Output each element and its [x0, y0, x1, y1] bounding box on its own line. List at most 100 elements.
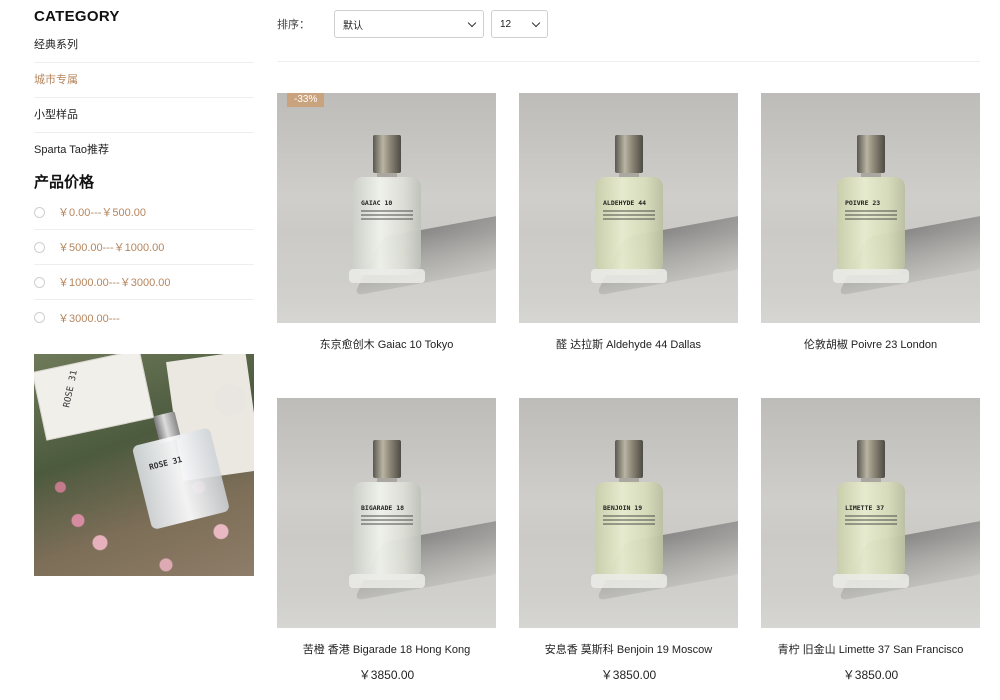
i: [603, 515, 655, 517]
product-card[interactable]: LIMETTE 37 青柠 旧金山 Limette 37 San Francis…: [761, 398, 980, 682]
discount-badge: -33%: [287, 93, 325, 107]
product-card[interactable]: BENJOIN 19 安息香 莫斯科 Benjoin 19 Moscow ￥38…: [519, 398, 738, 682]
product-image[interactable]: -33% GAIAC 10: [277, 93, 496, 323]
label: BIGARADE 18: [361, 504, 413, 527]
sort-label: 排序：: [277, 19, 310, 31]
page-size-select[interactable]: 12: [491, 10, 548, 38]
i: [603, 210, 655, 212]
sidebar: CATEGORY 经典系列 城市专属 小型样品 Sparta Tao推荐 产品价…: [34, 0, 254, 335]
sort-toolbar: 排序： 默认 12: [277, 10, 548, 38]
product-card[interactable]: BIGARADE 18 苦橙 香港 Bigarade 18 Hong Kong …: [277, 398, 496, 682]
product-price: [761, 363, 980, 377]
product-price: ￥3850.00: [600, 668, 657, 682]
i: [361, 214, 413, 216]
label: BENJOIN 19: [603, 504, 655, 527]
perfume-bottle-image: [837, 482, 905, 580]
base: [349, 574, 425, 588]
i: [603, 519, 655, 521]
radio-button[interactable]: [34, 241, 45, 253]
product-title[interactable]: 青柠 旧金山 Limette 37 San Francisco: [761, 643, 980, 657]
chevron-down-icon: [531, 18, 541, 27]
product-price: ￥3850.00: [842, 668, 899, 682]
decorative-circle: [214, 384, 246, 416]
perfume-bottle-image: [837, 177, 905, 275]
category-item-city-exclusive[interactable]: 城市专属: [34, 63, 254, 98]
product-price: [519, 363, 738, 377]
product-card[interactable]: ALDEHYDE 44 醛 达拉斯 Aldehyde 44 Dallas: [519, 93, 738, 377]
product-image[interactable]: ALDEHYDE 44: [519, 93, 738, 323]
i: [845, 523, 897, 525]
product-price: ￥3850.00: [358, 668, 415, 682]
price-range-option[interactable]: ￥0.00---￥500.00: [34, 195, 254, 230]
category-item-sparta-tao[interactable]: Sparta Tao推荐: [34, 133, 254, 168]
label: LIMETTE 37: [845, 504, 897, 527]
base: [591, 574, 667, 588]
i: [845, 214, 897, 216]
chevron-down-icon: [467, 18, 477, 27]
product-image[interactable]: BENJOIN 19: [519, 398, 738, 628]
cap: [373, 440, 401, 478]
promo-banner-image[interactable]: ROSE 31 ROSE 31: [34, 354, 254, 576]
i: [845, 210, 897, 212]
product-title[interactable]: 安息香 莫斯科 Benjoin 19 Moscow: [519, 643, 738, 657]
category-title: CATEGORY: [34, 8, 120, 25]
toolbar-divider: [277, 61, 980, 62]
bottle-label: POIVRE 23: [845, 199, 881, 207]
price-range-label: ￥0.00---￥500.00: [58, 207, 147, 219]
i: [361, 523, 413, 525]
i: [361, 218, 413, 220]
product-title[interactable]: 醛 达拉斯 Aldehyde 44 Dallas: [519, 338, 738, 352]
i: [361, 515, 413, 517]
sort-select[interactable]: 默认: [334, 10, 484, 38]
i: [603, 523, 655, 525]
perfume-bottle-image: [595, 177, 663, 275]
i: [845, 515, 897, 517]
base: [591, 269, 667, 283]
bottle-label: LIMETTE 37: [845, 504, 885, 512]
radio-button[interactable]: [34, 276, 45, 288]
perfume-bottle-image: [595, 482, 663, 580]
product-title[interactable]: 苦橙 香港 Bigarade 18 Hong Kong: [277, 643, 496, 657]
radio-button[interactable]: [34, 312, 45, 323]
product-card[interactable]: POIVRE 23 伦敦胡椒 Poivre 23 London: [761, 93, 980, 377]
cap: [857, 440, 885, 478]
price-filter-list: ￥0.00---￥500.00 ￥500.00---￥1000.00 ￥1000…: [34, 195, 254, 335]
cap: [857, 135, 885, 173]
bottle-label: GAIAC 10: [361, 199, 393, 207]
price-range-label: ￥1000.00---￥3000.00: [58, 277, 171, 289]
price-range-option[interactable]: ￥500.00---￥1000.00: [34, 230, 254, 265]
category-list: 经典系列 城市专属 小型样品 Sparta Tao推荐: [34, 28, 254, 168]
base: [349, 269, 425, 283]
i: [603, 214, 655, 216]
i: [845, 519, 897, 521]
product-image[interactable]: BIGARADE 18: [277, 398, 496, 628]
product-title[interactable]: 伦敦胡椒 Poivre 23 London: [761, 338, 980, 352]
i: [361, 210, 413, 212]
label: POIVRE 23: [845, 199, 897, 222]
label: ALDEHYDE 44: [603, 199, 655, 222]
bottle-label: BENJOIN 19: [603, 504, 643, 512]
radio-button[interactable]: [34, 206, 45, 218]
product-image[interactable]: POIVRE 23: [761, 93, 980, 323]
cap: [615, 440, 643, 478]
category-item-samples[interactable]: 小型样品: [34, 98, 254, 133]
page-size-value: 12: [500, 18, 512, 30]
product-price: [277, 363, 496, 377]
product-card[interactable]: -33% GAIAC 10 东京愈创木 Gaiac 10 Tokyo: [277, 93, 496, 377]
price-range-option[interactable]: ￥1000.00---￥3000.00: [34, 265, 254, 300]
cap: [373, 135, 401, 173]
sort-select-value: 默认: [343, 20, 363, 32]
category-item-classic[interactable]: 经典系列: [34, 28, 254, 63]
label: GAIAC 10: [361, 199, 413, 222]
perfume-bottle-image: [353, 482, 421, 580]
price-range-option[interactable]: ￥3000.00---: [34, 300, 254, 335]
cap: [615, 135, 643, 173]
base: [833, 269, 909, 283]
product-title[interactable]: 东京愈创木 Gaiac 10 Tokyo: [277, 338, 496, 352]
product-image[interactable]: LIMETTE 37: [761, 398, 980, 628]
i: [845, 218, 897, 220]
i: [603, 218, 655, 220]
base: [833, 574, 909, 588]
i: [361, 519, 413, 521]
perfume-bottle-image: [353, 177, 421, 275]
